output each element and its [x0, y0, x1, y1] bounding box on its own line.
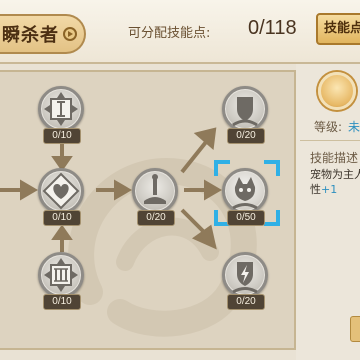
assignable-points-label: 可分配技能点: — [128, 26, 211, 41]
skill-points-button[interactable]: 技能点 — [316, 13, 360, 45]
skill-description-text: 宠物为主人 — [310, 168, 360, 181]
pet-avatar-icon — [318, 72, 356, 110]
skill-node-count: 0/50 — [227, 210, 265, 226]
skill-node[interactable]: 0/20 — [222, 252, 270, 310]
assignable-points-value: 0/118 — [248, 17, 297, 39]
skill-node-circle[interactable] — [132, 168, 178, 214]
heart-icon — [42, 172, 80, 210]
skill-description-bonus: +1 — [321, 183, 338, 196]
shield-icon — [232, 97, 258, 127]
skill-node[interactable]: 0/10 — [38, 168, 86, 226]
skill-node-circle[interactable] — [222, 168, 268, 214]
skill-node-circle[interactable] — [38, 252, 84, 298]
header-bar: 瞬杀者 可分配技能点: 0/118 技能点 — [0, 0, 360, 64]
skill-description-line-1: 宠物为主人 — [310, 166, 360, 182]
arrows-vertical-icon — [44, 92, 78, 126]
skill-node[interactable]: 0/10 — [38, 252, 86, 310]
lightning-shield-icon — [232, 262, 258, 294]
roman-three-icon — [44, 258, 78, 292]
skill-node-count: 0/10 — [43, 210, 81, 226]
skill-tree-panel: 0/10 0/10 0/10 0/20 0/20 0/50 0/20 — [0, 70, 296, 350]
level-label: 等级: — [314, 120, 343, 134]
class-title-tab[interactable]: 瞬杀者 — [0, 14, 86, 54]
skill-node-count: 0/20 — [227, 294, 265, 310]
skill-node-count: 0/20 — [227, 128, 265, 144]
class-title: 瞬杀者 — [2, 25, 59, 46]
skill-node[interactable]: 0/50 — [222, 168, 270, 226]
skill-node[interactable]: 0/20 — [222, 86, 270, 144]
pet-head-icon — [232, 177, 258, 210]
switch-class-icon[interactable] — [63, 27, 77, 41]
divider — [300, 140, 360, 141]
skill-node-circle[interactable] — [222, 252, 268, 298]
skill-description-line-2: 性+1 — [310, 181, 337, 197]
sword-icon — [144, 174, 166, 204]
skill-node-count: 0/10 — [43, 294, 81, 310]
skill-node[interactable]: 0/10 — [38, 86, 86, 144]
skill-description-text: 性 — [310, 183, 321, 196]
skill-node-circle[interactable] — [38, 168, 84, 214]
level-value: 未 — [348, 120, 360, 134]
upgrade-button[interactable] — [350, 316, 360, 342]
skill-node-circle[interactable] — [222, 86, 268, 132]
skill-node[interactable]: 0/20 — [132, 168, 180, 226]
skill-description-label: 技能描述 — [310, 151, 359, 165]
skill-tree-window: 瞬杀者 可分配技能点: 0/118 技能点 0/10 0/10 0/10 0/2… — [0, 0, 360, 360]
skill-node-count: 0/20 — [137, 210, 175, 226]
skill-node-circle[interactable] — [38, 86, 84, 132]
skill-node-count: 0/10 — [43, 128, 81, 144]
